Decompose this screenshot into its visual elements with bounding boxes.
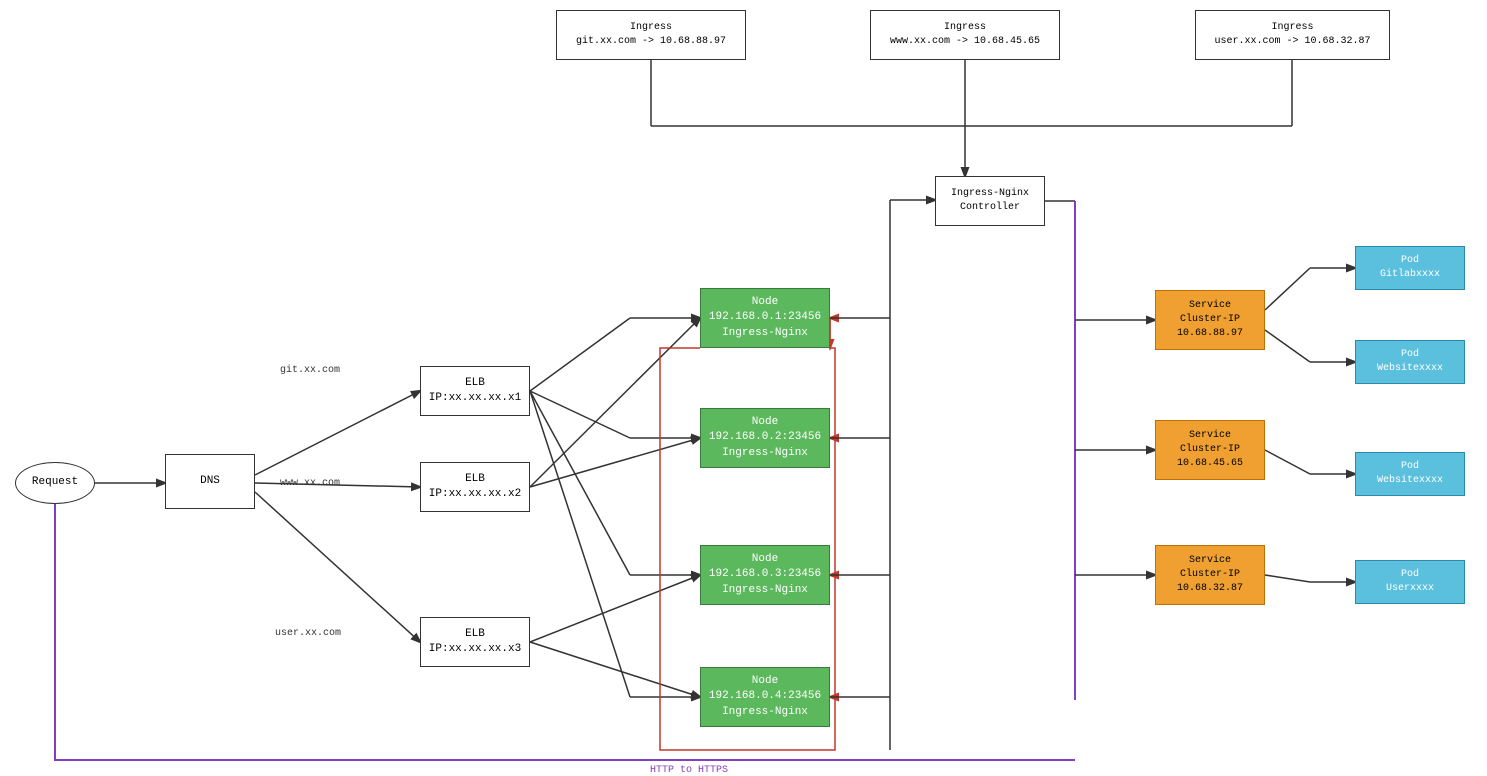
user-domain-label: user.xx.com: [275, 628, 341, 639]
pod2-label: Pod Websitexxxx: [1377, 348, 1443, 376]
ingress3-label: Ingress user.xx.com -> 10.68.32.87: [1214, 21, 1370, 49]
elb3-label: ELB IP:xx.xx.xx.x3: [429, 627, 521, 658]
www-domain-label: www.xx.com: [280, 478, 340, 489]
elb2-label: ELB IP:xx.xx.xx.x2: [429, 472, 521, 503]
dns-node: DNS: [165, 454, 255, 509]
k8s-node3-label: Node 192.168.0.3:23456 Ingress-Nginx: [709, 552, 821, 598]
request-node: Request: [15, 462, 95, 504]
connection-lines: [0, 0, 1487, 776]
ingress-nginx-ctrl-node: Ingress-Nginx Controller: [935, 176, 1045, 226]
ingress2-node: Ingress www.xx.com -> 10.68.45.65: [870, 10, 1060, 60]
k8s-node4: Node 192.168.0.4:23456 Ingress-Nginx: [700, 667, 830, 727]
elb1-label: ELB IP:xx.xx.xx.x1: [429, 376, 521, 407]
k8s-node4-label: Node 192.168.0.4:23456 Ingress-Nginx: [709, 674, 821, 720]
service1-node: Service Cluster-IP 10.68.88.97: [1155, 290, 1265, 350]
ingress1-node: Ingress git.xx.com -> 10.68.88.97: [556, 10, 746, 60]
service3-label: Service Cluster-IP 10.68.32.87: [1177, 554, 1243, 596]
service2-node: Service Cluster-IP 10.68.45.65: [1155, 420, 1265, 480]
ingress2-label: Ingress www.xx.com -> 10.68.45.65: [890, 21, 1040, 49]
k8s-node1-label: Node 192.168.0.1:23456 Ingress-Nginx: [709, 295, 821, 341]
pod3-label: Pod Websitexxxx: [1377, 460, 1443, 488]
k8s-node2: Node 192.168.0.2:23456 Ingress-Nginx: [700, 408, 830, 468]
pod1-node: Pod Gitlabxxxx: [1355, 246, 1465, 290]
elb1-node: ELB IP:xx.xx.xx.x1: [420, 366, 530, 416]
elb2-node: ELB IP:xx.xx.xx.x2: [420, 462, 530, 512]
pod2-node: Pod Websitexxxx: [1355, 340, 1465, 384]
k8s-node1: Node 192.168.0.1:23456 Ingress-Nginx: [700, 288, 830, 348]
pod1-label: Pod Gitlabxxxx: [1380, 254, 1440, 282]
service3-node: Service Cluster-IP 10.68.32.87: [1155, 545, 1265, 605]
ingress3-node: Ingress user.xx.com -> 10.68.32.87: [1195, 10, 1390, 60]
ingress1-label: Ingress git.xx.com -> 10.68.88.97: [576, 21, 726, 49]
dns-label: DNS: [200, 474, 220, 489]
pod4-label: Pod Userxxxx: [1386, 568, 1434, 596]
git-domain-label: git.xx.com: [280, 365, 340, 376]
service1-label: Service Cluster-IP 10.68.88.97: [1177, 299, 1243, 341]
request-label: Request: [32, 475, 78, 490]
http-https-label: HTTP to HTTPS: [650, 765, 728, 776]
pod3-node: Pod Websitexxxx: [1355, 452, 1465, 496]
service2-label: Service Cluster-IP 10.68.45.65: [1177, 429, 1243, 471]
k8s-node2-label: Node 192.168.0.2:23456 Ingress-Nginx: [709, 415, 821, 461]
elb3-node: ELB IP:xx.xx.xx.x3: [420, 617, 530, 667]
k8s-node3: Node 192.168.0.3:23456 Ingress-Nginx: [700, 545, 830, 605]
pod4-node: Pod Userxxxx: [1355, 560, 1465, 604]
diagram-container: Request DNS git.xx.com www.xx.com user.x…: [0, 0, 1487, 776]
ingress-nginx-ctrl-label: Ingress-Nginx Controller: [951, 187, 1029, 215]
